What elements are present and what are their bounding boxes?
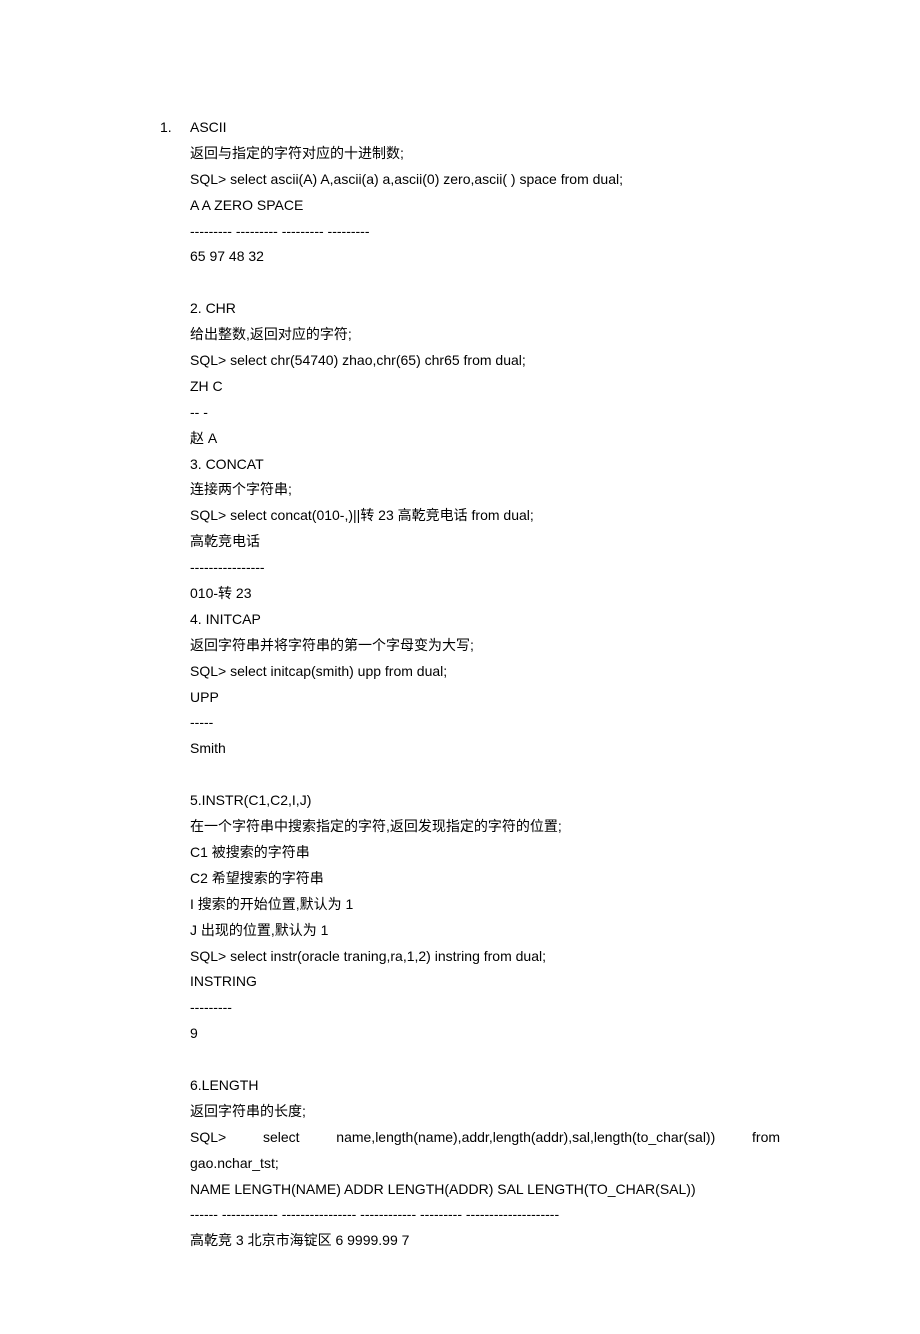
section-title: ASCII	[190, 115, 780, 141]
instr-result-row: 9	[190, 1021, 780, 1047]
concat-title: 3. CONCAT	[190, 452, 780, 478]
ascii-result-row: 65 97 48 32	[190, 244, 780, 270]
chr-separator: -- -	[190, 400, 780, 426]
length-sql-token: SQL>	[190, 1129, 226, 1145]
instr-param-j: J 出现的位置,默认为 1	[190, 918, 780, 944]
instr-param-c1: C1 被搜索的字符串	[190, 840, 780, 866]
concat-desc: 连接两个字符串;	[190, 477, 780, 503]
length-sql-token: select	[263, 1129, 300, 1145]
length-result-header: NAME LENGTH(NAME) ADDR LENGTH(ADDR) SAL …	[190, 1177, 780, 1203]
length-sql-line1: SQL> select name,length(name),addr,lengt…	[190, 1125, 780, 1151]
length-sql-token: from	[752, 1129, 780, 1145]
blank-line	[190, 762, 780, 788]
document-body: 返回与指定的字符对应的十进制数; SQL> select ascii(A) A,…	[190, 141, 780, 1254]
initcap-result-header: UPP	[190, 685, 780, 711]
length-title: 6.LENGTH	[190, 1073, 780, 1099]
length-separator: ------ ------------ ---------------- ---…	[190, 1202, 780, 1228]
concat-separator: ----------------	[190, 555, 780, 581]
ascii-separator: --------- --------- --------- ---------	[190, 219, 780, 245]
instr-desc: 在一个字符串中搜索指定的字符,返回发现指定的字符的位置;	[190, 814, 780, 840]
instr-separator: ---------	[190, 995, 780, 1021]
chr-desc: 给出整数,返回对应的字符;	[190, 322, 780, 348]
blank-line	[190, 1047, 780, 1073]
concat-result-row: 010-转 23	[190, 581, 780, 607]
length-sql-token: name,length(name),addr,length(addr),sal,…	[336, 1129, 715, 1145]
chr-result-row: 赵 A	[190, 426, 780, 452]
length-desc: 返回字符串的长度;	[190, 1099, 780, 1125]
chr-result-header: ZH C	[190, 374, 780, 400]
initcap-separator: -----	[190, 710, 780, 736]
length-sql-line2: gao.nchar_tst;	[190, 1151, 780, 1177]
chr-sql: SQL> select chr(54740) zhao,chr(65) chr6…	[190, 348, 780, 374]
initcap-desc: 返回字符串并将字符串的第一个字母变为大写;	[190, 633, 780, 659]
initcap-title: 4. INITCAP	[190, 607, 780, 633]
initcap-sql: SQL> select initcap(smith) upp from dual…	[190, 659, 780, 685]
concat-result-header: 高乾竞电话	[190, 529, 780, 555]
instr-title: 5.INSTR(C1,C2,I,J)	[190, 788, 780, 814]
section-ascii-heading: 1. ASCII	[160, 115, 780, 141]
length-result-row: 高乾竞 3 北京市海锭区 6 9999.99 7	[190, 1228, 780, 1254]
document-page: 1. ASCII 返回与指定的字符对应的十进制数; SQL> select as…	[0, 0, 920, 1334]
instr-sql: SQL> select instr(oracle traning,ra,1,2)…	[190, 944, 780, 970]
instr-param-c2: C2 希望搜索的字符串	[190, 866, 780, 892]
ascii-result-header: A A ZERO SPACE	[190, 193, 780, 219]
ascii-desc: 返回与指定的字符对应的十进制数;	[190, 141, 780, 167]
concat-sql: SQL> select concat(010-,)||转 23 高乾竞电话 fr…	[190, 503, 780, 529]
instr-result-header: INSTRING	[190, 969, 780, 995]
list-number: 1.	[160, 115, 190, 141]
instr-param-i: I 搜索的开始位置,默认为 1	[190, 892, 780, 918]
ascii-sql: SQL> select ascii(A) A,ascii(a) a,ascii(…	[190, 167, 780, 193]
initcap-result-row: Smith	[190, 736, 780, 762]
chr-title: 2. CHR	[190, 296, 780, 322]
blank-line	[190, 270, 780, 296]
